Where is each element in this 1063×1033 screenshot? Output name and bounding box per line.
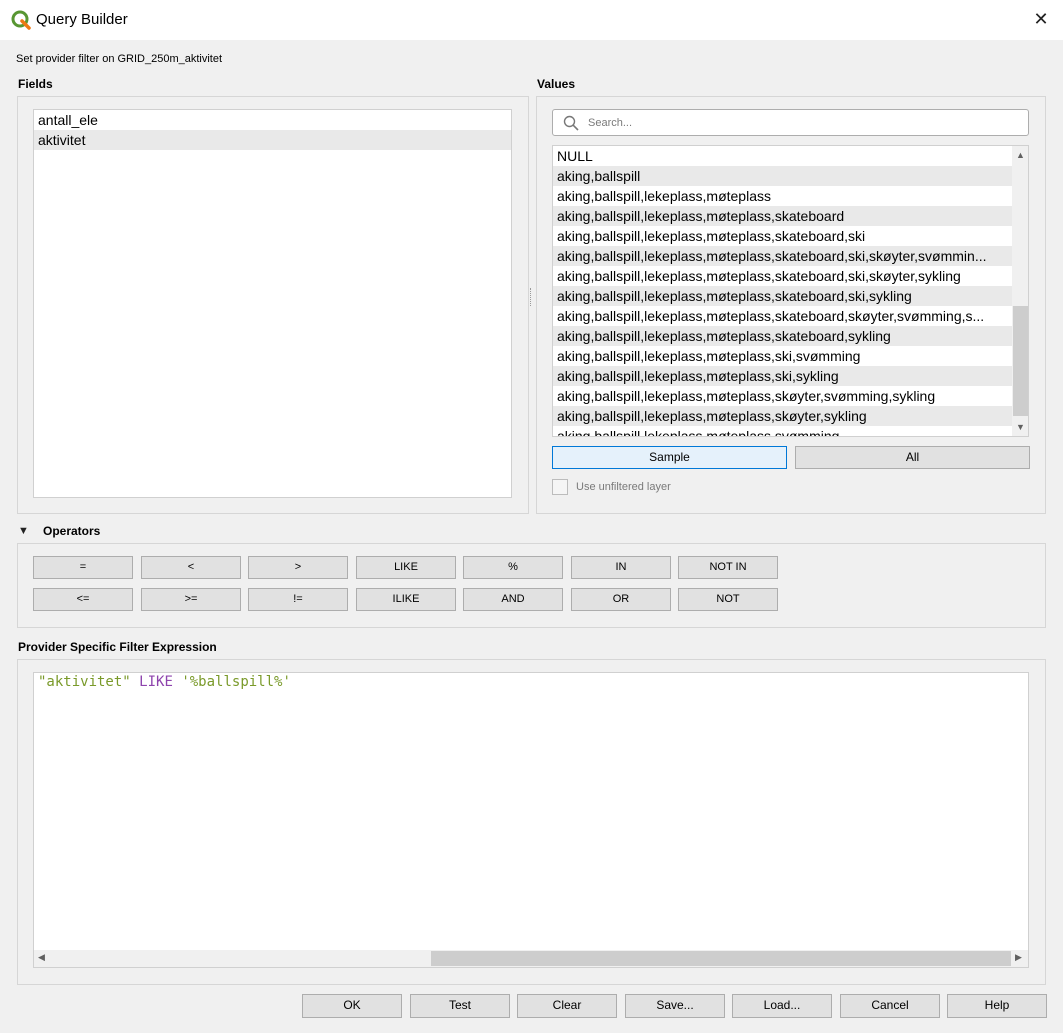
scroll-left-icon[interactable]: ◀ (38, 952, 45, 963)
values-list[interactable]: NULL aking,ballspill aking,ballspill,lekep… (552, 145, 1029, 437)
expression-editor[interactable]: "aktivitet" LIKE '%ballspill%' ◀ ▶ (33, 672, 1029, 968)
scroll-up-icon[interactable]: ▲ (1016, 150, 1025, 160)
operator-button[interactable]: >= (141, 588, 241, 611)
operator-button[interactable]: OR (571, 588, 671, 611)
value-item[interactable]: aking,ballspill,lekeplass,møteplass,skat… (553, 286, 1012, 306)
value-item[interactable]: aking,ballspill,lekeplass,møteplass,skat… (553, 206, 1012, 226)
value-item[interactable]: aking,ballspill,lekeplass,møteplass,svøm… (553, 426, 1012, 436)
value-item[interactable]: aking,ballspill,lekeplass,møteplass,ski,… (553, 366, 1012, 386)
value-item[interactable]: aking,ballspill,lekeplass,møteplass,skat… (553, 266, 1012, 286)
operator-button[interactable]: < (141, 556, 241, 579)
expression-text: "aktivitet" LIKE '%ballspill%' (38, 674, 291, 690)
operator-button[interactable]: <= (33, 588, 133, 611)
operator-button[interactable]: AND (463, 588, 563, 611)
expression-field-token: "aktivitet" (38, 674, 131, 690)
unfiltered-label: Use unfiltered layer (576, 481, 671, 493)
ok-button[interactable]: OK (302, 994, 402, 1018)
value-item[interactable]: aking,ballspill,lekeplass,møteplass,skøy… (553, 386, 1012, 406)
value-item[interactable]: aking,ballspill,lekeplass,møteplass,skat… (553, 246, 1012, 266)
operator-button[interactable]: LIKE (356, 556, 456, 579)
values-search-input[interactable]: Search... (552, 109, 1029, 136)
scroll-down-icon[interactable]: ▼ (1016, 422, 1025, 432)
value-item[interactable]: aking,ballspill,lekeplass,møteplass,skat… (553, 226, 1012, 246)
value-item[interactable]: NULL (553, 146, 1012, 166)
expression-keyword-token: LIKE (139, 674, 173, 690)
provider-filter-label: Set provider filter on GRID_250m_aktivit… (16, 53, 223, 65)
unfiltered-checkbox[interactable] (552, 479, 568, 495)
clear-button[interactable]: Clear (517, 994, 617, 1018)
value-item[interactable]: aking,ballspill,lekeplass,møteplass,skat… (553, 326, 1012, 346)
operator-button[interactable]: NOT IN (678, 556, 778, 579)
operators-heading: Operators (43, 524, 101, 538)
value-item[interactable]: aking,ballspill,lekeplass,møteplass,skat… (553, 306, 1012, 326)
window-title: Query Builder (36, 11, 128, 28)
expression-heading: Provider Specific Filter Expression (18, 640, 217, 654)
values-heading: Values (537, 77, 576, 91)
operator-button[interactable]: != (248, 588, 348, 611)
splitter-handle[interactable] (530, 288, 533, 306)
operator-button[interactable]: > (248, 556, 348, 579)
expression-hscrollbar[interactable]: ◀ ▶ (34, 950, 1028, 967)
field-item[interactable]: antall_ele (34, 110, 511, 130)
search-icon (563, 115, 579, 131)
cancel-button[interactable]: Cancel (840, 994, 940, 1018)
save-button[interactable]: Save... (625, 994, 725, 1018)
value-item[interactable]: aking,ballspill,lekeplass,møteplass,skøy… (553, 406, 1012, 426)
operator-button[interactable]: NOT (678, 588, 778, 611)
test-button[interactable]: Test (410, 994, 510, 1018)
value-item[interactable]: aking,ballspill,lekeplass,møteplass,ski,… (553, 346, 1012, 366)
sample-button[interactable]: Sample (552, 446, 787, 469)
help-button[interactable]: Help (947, 994, 1047, 1018)
value-item[interactable]: aking,ballspill (553, 166, 1012, 186)
search-placeholder: Search... (588, 117, 633, 129)
operator-button[interactable]: ILIKE (356, 588, 456, 611)
values-scrollbar[interactable]: ▲ ▼ (1012, 146, 1028, 436)
operator-button[interactable]: = (33, 556, 133, 579)
fields-heading: Fields (18, 77, 53, 91)
operator-button[interactable]: IN (571, 556, 671, 579)
expression-literal-token: '%ballspill%' (181, 674, 291, 690)
all-button[interactable]: All (795, 446, 1030, 469)
fields-list[interactable]: antall_ele aktivitet (33, 109, 512, 498)
qgis-logo-icon (11, 10, 31, 30)
hscrollbar-thumb[interactable] (431, 951, 1011, 966)
collapse-triangle-icon[interactable]: ▼ (18, 525, 29, 537)
operator-button[interactable]: % (463, 556, 563, 579)
field-item[interactable]: aktivitet (34, 130, 511, 150)
load-button[interactable]: Load... (732, 994, 832, 1018)
close-icon[interactable]: ✕ (1030, 8, 1052, 30)
scroll-right-icon[interactable]: ▶ (1015, 952, 1022, 963)
scrollbar-thumb[interactable] (1013, 306, 1028, 416)
title-bar (0, 0, 1063, 40)
value-item[interactable]: aking,ballspill,lekeplass,møteplass (553, 186, 1012, 206)
